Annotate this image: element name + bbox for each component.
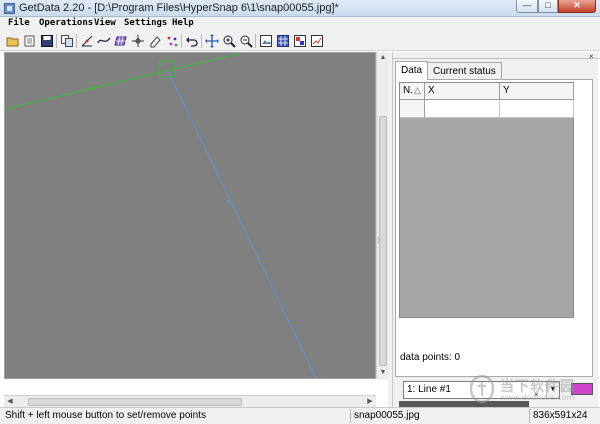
toolbar-separator	[255, 34, 256, 48]
status-separator	[529, 409, 530, 423]
data-points-count: data points: 0	[400, 352, 461, 363]
column-header-x[interactable]: X	[425, 83, 500, 100]
menu-bar: File Operations View Settings Help	[0, 17, 600, 31]
tab-data[interactable]: Data	[395, 61, 429, 80]
line-select-value: 1: Line #1	[407, 384, 451, 395]
maximize-button[interactable]: □	[538, 0, 558, 13]
status-image-info: 836x591x24	[533, 410, 588, 421]
vertical-scrollbar[interactable]: ▲ ▼	[376, 52, 388, 379]
move-icon[interactable]	[205, 34, 219, 48]
blue-line-arrow	[226, 200, 230, 204]
green-line-point	[91, 86, 95, 90]
points-icon[interactable]	[131, 34, 145, 48]
toolbar	[0, 31, 600, 51]
horizontal-scroll-thumb[interactable]	[28, 398, 242, 406]
zoom-in-icon[interactable]	[222, 34, 236, 48]
data-table[interactable]: N.△ X Y	[399, 82, 574, 318]
panel-close-icon[interactable]: ×	[589, 52, 594, 61]
chart-icon[interactable]	[310, 34, 324, 48]
axis-icon[interactable]	[80, 34, 94, 48]
grid-digitize-icon[interactable]	[114, 34, 128, 48]
window-title: GetData 2.20 - [D:\Program Files\HyperSn…	[19, 2, 339, 14]
toolbar-separator	[76, 34, 77, 48]
eraser-icon[interactable]	[148, 34, 162, 48]
watermark-url: www.downxia.com	[500, 393, 575, 402]
menu-settings[interactable]: Settings	[124, 18, 167, 28]
table-row-header[interactable]	[400, 100, 425, 118]
column-header-y[interactable]: Y	[500, 83, 574, 100]
save-icon[interactable]	[40, 34, 54, 48]
blue-digitized-line	[166, 68, 317, 378]
status-bar: Shift + left mouse button to set/remove …	[0, 407, 600, 424]
status-separator	[350, 409, 351, 423]
data-tab-content: N.△ X Y data points: 0 1: Line #1 ▼	[395, 79, 593, 399]
point-capture-icon[interactable]	[165, 34, 179, 48]
horizontal-scrollbar[interactable]: ◀ ▶	[4, 395, 376, 407]
panel-top-line	[393, 58, 599, 59]
column-header-n[interactable]: N.△	[400, 83, 425, 100]
color-picker-icon[interactable]	[293, 34, 307, 48]
menu-view[interactable]: View	[94, 18, 116, 28]
undo-icon[interactable]	[185, 34, 199, 48]
menu-operations[interactable]: Operations	[39, 18, 93, 28]
data-panel: × Data Current status N.△ X Y data point…	[392, 52, 599, 407]
status-hint: Shift + left mouse button to set/remove …	[5, 410, 206, 421]
minimize-button[interactable]: —	[516, 0, 538, 13]
table-cell-x[interactable]	[425, 100, 500, 118]
watermark-logo-icon	[469, 374, 495, 404]
line-digitize-icon[interactable]	[97, 34, 111, 48]
menu-help[interactable]: Help	[172, 18, 194, 28]
toolbar-separator	[181, 34, 182, 48]
vertical-scroll-thumb[interactable]	[379, 116, 387, 366]
sort-indicator-icon: △	[414, 85, 421, 95]
watermark-logo: 当下软件园 www.downxia.com	[468, 374, 596, 406]
green-reference-line	[5, 53, 242, 110]
image-canvas[interactable]	[4, 52, 376, 379]
copy-icon[interactable]	[60, 34, 74, 48]
tab-current-status[interactable]: Current status	[427, 62, 502, 79]
splitter-grip-icon[interactable]: ⁞	[377, 236, 379, 245]
toolbar-separator	[201, 34, 202, 48]
table-cell-y[interactable]	[500, 100, 574, 118]
toolbar-separator	[56, 34, 57, 48]
zoom-out-icon[interactable]	[239, 34, 253, 48]
title-bar: GetData 2.20 - [D:\Program Files\HyperSn…	[0, 0, 600, 17]
close-button[interactable]: ✕	[558, 0, 596, 13]
grid-icon[interactable]	[276, 34, 290, 48]
menu-file[interactable]: File	[8, 18, 30, 28]
status-filename: snap00055.jpg	[354, 410, 420, 421]
app-icon	[4, 3, 15, 14]
image-icon[interactable]	[259, 34, 273, 48]
open-folder-icon[interactable]	[23, 34, 37, 48]
open-file-icon[interactable]	[6, 34, 20, 48]
